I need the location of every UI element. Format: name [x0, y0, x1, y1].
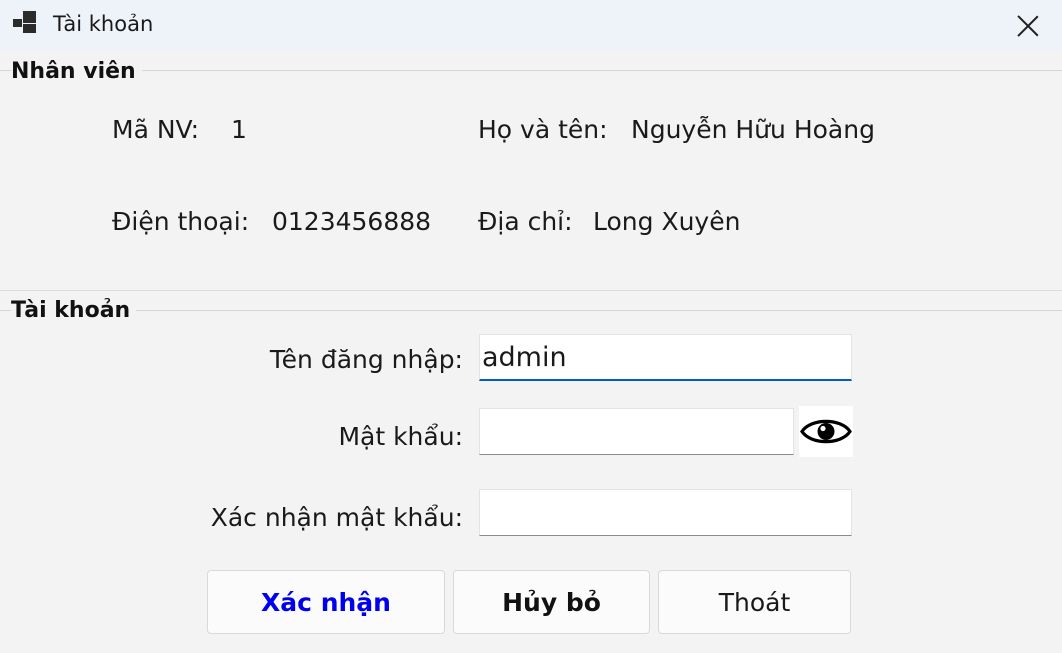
confirm-password-field[interactable] — [479, 489, 852, 536]
account-group-title: Tài khoản — [11, 298, 137, 323]
app-window-icon — [13, 11, 37, 33]
employee-group-border — [0, 70, 1062, 71]
cancel-button[interactable]: Hủy bỏ — [453, 570, 650, 634]
employee-name-value: Nguyễn Hữu Hoàng — [631, 115, 875, 144]
group-separator — [0, 290, 1062, 291]
exit-button[interactable]: Thoát — [658, 570, 851, 634]
employee-address-value: Long Xuyên — [593, 207, 741, 236]
employee-address-label: Địa chỉ: — [478, 207, 573, 236]
eye-icon — [800, 419, 852, 444]
window-title: Tài khoản — [53, 12, 154, 36]
employee-group-title: Nhân viên — [11, 59, 142, 84]
close-button[interactable] — [998, 0, 1062, 48]
confirm-password-label: Xác nhận mật khẩu: — [210, 503, 463, 532]
employee-name-label: Họ và tên: — [478, 115, 608, 144]
username-input[interactable] — [480, 335, 851, 379]
confirm-password-input[interactable] — [480, 490, 851, 535]
account-group-border — [0, 310, 1062, 311]
username-field[interactable] — [479, 334, 852, 381]
show-password-button[interactable] — [799, 406, 853, 457]
confirm-button[interactable]: Xác nhận — [207, 570, 445, 634]
password-label: Mật khẩu: — [338, 422, 463, 451]
username-label: Tên đăng nhập: — [269, 345, 463, 374]
title-bar: Tài khoản — [0, 0, 1062, 50]
employee-id-value: 1 — [231, 115, 247, 144]
account-dialog: Tài khoản Nhân viên Mã NV: 1 Họ và tên: … — [0, 0, 1062, 653]
password-input[interactable] — [480, 409, 793, 454]
employee-id-label: Mã NV: — [112, 115, 200, 144]
password-field[interactable] — [479, 408, 794, 455]
employee-phone-label: Điện thoại: — [112, 207, 250, 236]
employee-phone-value: 0123456888 — [272, 207, 432, 236]
